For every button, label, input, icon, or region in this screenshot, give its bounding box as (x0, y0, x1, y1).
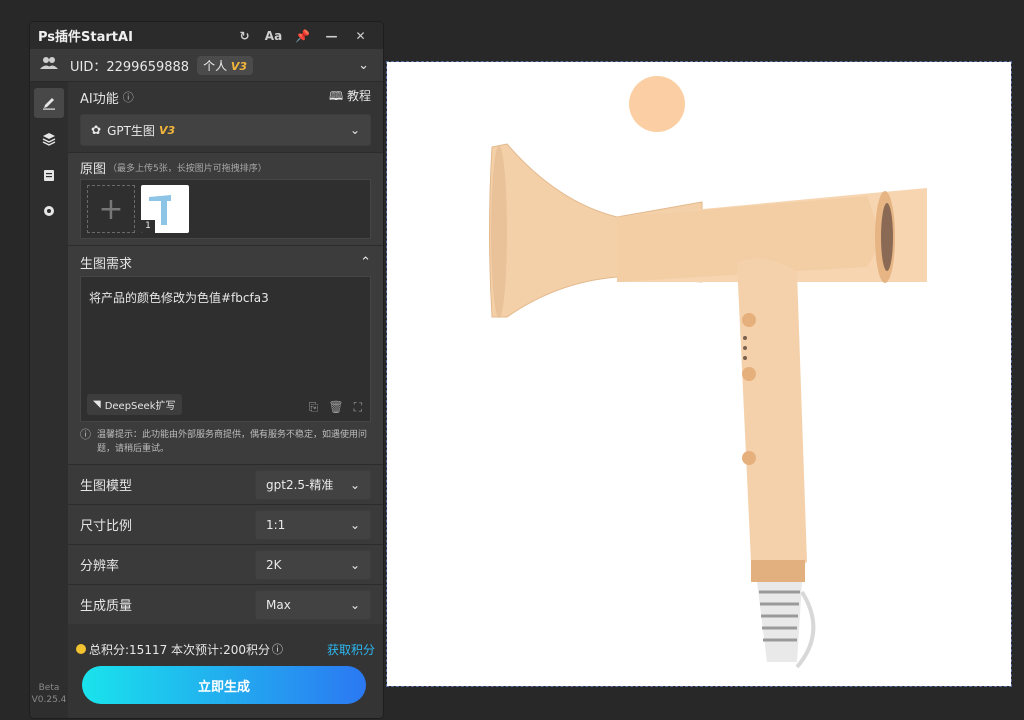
add-image-button[interactable]: + (87, 185, 135, 233)
quality-select[interactable]: Max ⌄ (255, 589, 371, 620)
notice-tip: ⓘ 温馨提示：此功能由外部服务商提供，偶有服务不稳定，如遇使用问题，请稍后重试。 (80, 428, 368, 454)
quality-row: 生成质量 Max ⌄ (68, 584, 383, 624)
model-row: 生图模型 gpt2.5-精准 ⌄ (68, 464, 383, 504)
panel-title: Ps插件StartAI (38, 30, 133, 45)
pin-icon[interactable]: 📌 (288, 29, 317, 43)
info-icon: ⓘ (80, 428, 91, 441)
deepseek-expand-button[interactable]: ◥ DeepSeek扩写 (87, 394, 182, 415)
book-icon: 🕮 (329, 88, 344, 103)
users-icon (40, 56, 58, 74)
chevron-down-icon: ⌄ (349, 597, 360, 612)
font-icon[interactable]: Aa (259, 29, 288, 43)
minimize-icon[interactable]: — (317, 29, 346, 43)
tutorial-link[interactable]: 🕮 教程 (329, 87, 371, 108)
clipboard-icon[interactable] (34, 160, 64, 190)
document-canvas[interactable] (386, 61, 1012, 687)
chevron-up-icon[interactable]: ⌃ (360, 255, 371, 270)
plugin-panel: Ps插件StartAI ↻ Aa 📌 — ✕ UID：2299659888 个人… (30, 22, 383, 718)
brush-icon[interactable] (34, 88, 64, 118)
refresh-icon[interactable]: ↻ (230, 29, 259, 43)
user-bar[interactable]: UID：2299659888 个人 V3 ⌄ (30, 49, 383, 82)
chevron-down-icon: ⌄ (349, 123, 360, 137)
resolution-select[interactable]: 2K ⌄ (255, 549, 371, 580)
user-uid: UID：2299659888 (70, 59, 190, 75)
gear-icon[interactable] (34, 196, 64, 226)
info-icon: ⓘ (122, 91, 134, 104)
image-thumbnail[interactable]: 1 (141, 185, 189, 233)
ratio-row: 尺寸比例 1:1 ⌄ (68, 504, 383, 544)
ai-function-header: AI功能 ⓘ 🕮 教程 (80, 87, 371, 108)
chevron-down-icon: ⌄ (349, 517, 360, 532)
generate-button[interactable]: 立即生成 (82, 666, 366, 704)
model-select[interactable]: gpt2.5-精准 ⌄ (255, 469, 371, 500)
chevron-down-icon: ⌄ (349, 557, 360, 572)
plan-badge: 个人 V3 (197, 55, 254, 75)
get-credits-link[interactable]: 获取积分 (327, 641, 375, 658)
image-upload-area: + 1 (80, 179, 371, 239)
chevron-down-icon: ⌄ (349, 477, 360, 492)
credits-bar: 总积分:15117 本次预计:200积分 ⓘ 获取积分 (68, 634, 383, 664)
prompt-tools: ⎘ 🗑 ⛶ (309, 400, 362, 415)
hair-dryer-image (489, 143, 927, 669)
main-content: AI功能 ⓘ 🕮 教程 ✿ GPT生图 V3 ⌄ 原图 （最多上传5张，长按图片… (68, 82, 383, 718)
ratio-select[interactable]: 1:1 ⌄ (255, 509, 371, 540)
close-icon[interactable]: ✕ (346, 29, 375, 43)
coin-icon (76, 644, 86, 654)
version-label: Beta V0.25.4 (31, 683, 67, 705)
resolution-row: 分辨率 2K ⌄ (68, 544, 383, 584)
layers-icon[interactable] (34, 124, 64, 154)
source-image-header: 原图 （最多上传5张，长按图片可拖拽排序） (80, 161, 267, 177)
source-image-section: 原图 （最多上传5张，长按图片可拖拽排序） + 1 (68, 152, 383, 245)
sidebar: Beta V0.25.4 (30, 82, 68, 718)
whale-icon: ◥ (93, 399, 101, 410)
prompt-textarea[interactable]: 将产品的颜色修改为色值#fbcfa3 ◥ DeepSeek扩写 ⎘ 🗑 ⛶ (80, 276, 371, 422)
ai-function-select[interactable]: ✿ GPT生图 V3 ⌄ (80, 114, 371, 146)
prompt-header[interactable]: 生图需求 ⌃ (80, 250, 371, 274)
chevron-down-icon[interactable]: ⌄ (358, 58, 369, 73)
gpt-icon: ✿ (91, 123, 102, 137)
footer: 总积分:15117 本次预计:200积分 ⓘ 获取积分 立即生成 (68, 634, 383, 718)
paste-icon[interactable]: ⎘ (309, 400, 319, 415)
prompt-section: 生图需求 ⌃ 将产品的颜色修改为色值#fbcfa3 ◥ DeepSeek扩写 ⎘ … (68, 245, 383, 464)
title-bar[interactable]: Ps插件StartAI ↻ Aa 📌 — ✕ (30, 22, 383, 49)
fullscreen-icon[interactable]: ⛶ (354, 400, 362, 415)
info-icon: ⓘ (271, 643, 283, 656)
trash-icon[interactable]: 🗑 (328, 400, 343, 415)
